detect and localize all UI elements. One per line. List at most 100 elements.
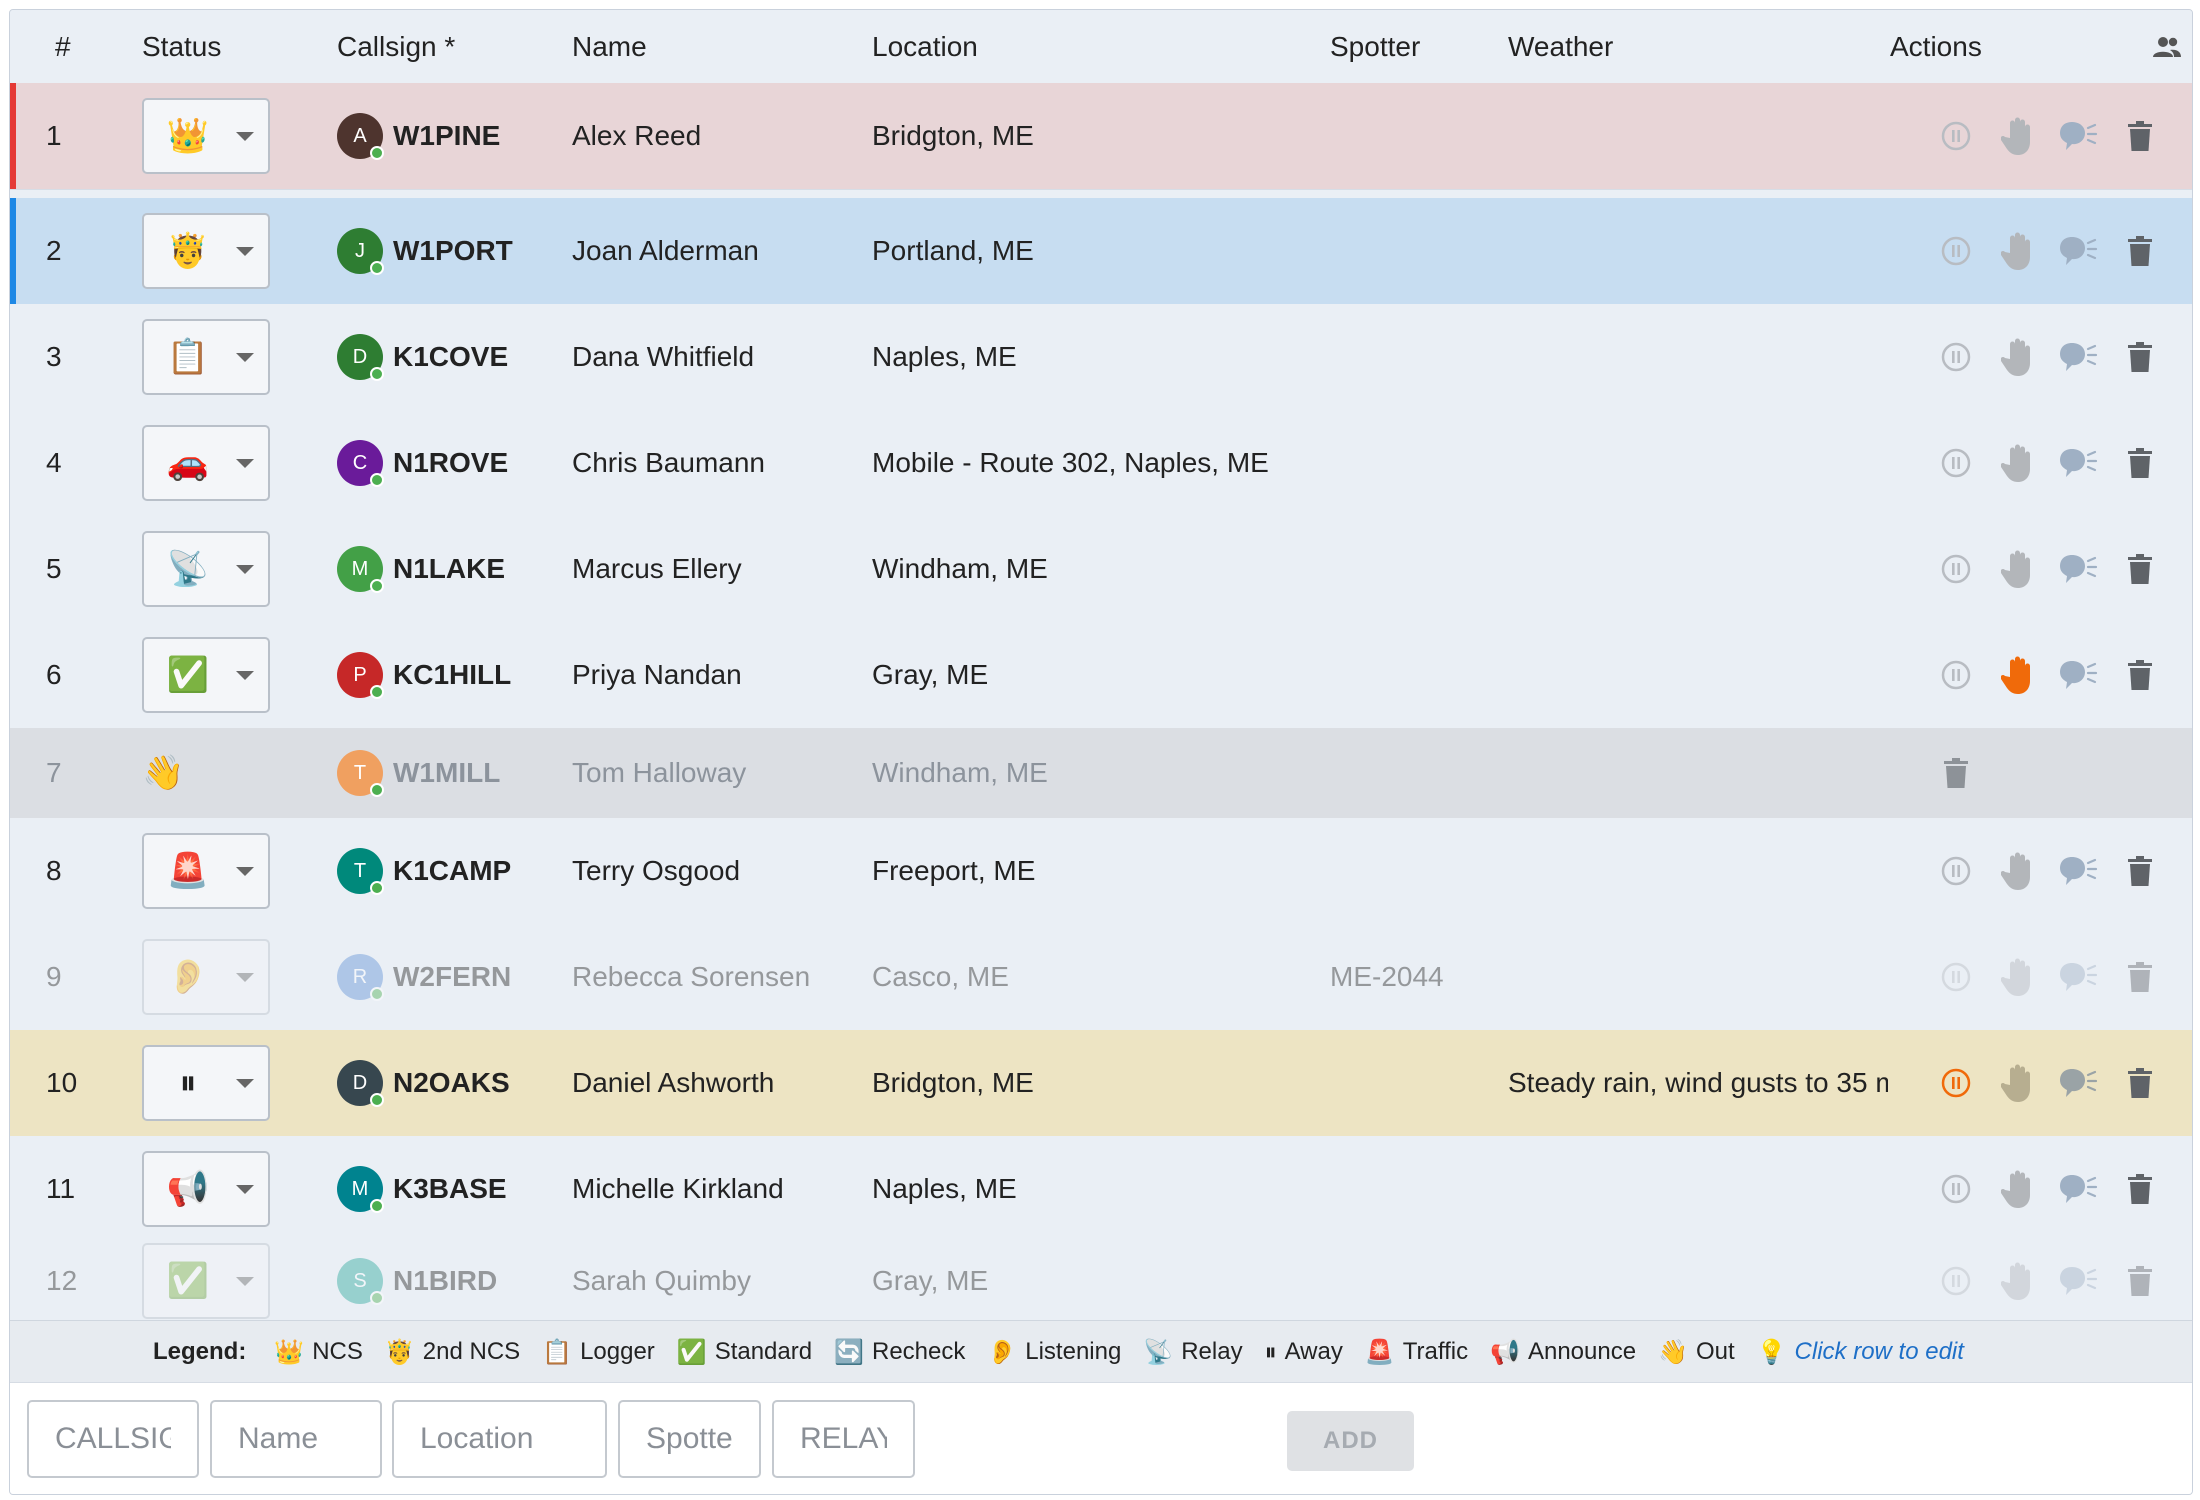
raise-hand-icon[interactable] [1998, 443, 2038, 483]
delete-trash-icon[interactable] [2120, 116, 2160, 156]
spotter-cell[interactable] [1330, 198, 1490, 304]
pause-icon[interactable] [1936, 655, 1976, 695]
table-row[interactable]: 3 📋 D K1COVE Dana Whitfield Naples, ME [10, 304, 2192, 411]
speak-icon[interactable] [2058, 1063, 2098, 1103]
raise-hand-icon[interactable] [1998, 957, 2038, 997]
weather-cell[interactable] [1508, 1136, 1893, 1242]
status-dropdown[interactable]: 📡 [142, 531, 270, 607]
table-row[interactable]: 9 👂 R W2FERN Rebecca Sorensen Casco, ME ME-… [10, 924, 2192, 1031]
speak-icon[interactable] [2058, 443, 2098, 483]
delete-trash-icon[interactable] [2120, 337, 2160, 377]
weather-cell[interactable] [1508, 622, 1893, 728]
speak-icon[interactable] [2058, 957, 2098, 997]
delete-trash-icon[interactable] [2120, 851, 2160, 891]
name-cell[interactable]: Rebecca Sorensen [572, 924, 862, 1030]
spotter-input[interactable] [618, 1400, 761, 1478]
name-cell[interactable]: Michelle Kirkland [572, 1136, 862, 1242]
pause-icon[interactable] [1936, 1063, 1976, 1103]
pause-icon[interactable] [1936, 851, 1976, 891]
name-cell[interactable]: Daniel Ashworth [572, 1030, 862, 1136]
spotter-cell[interactable] [1330, 1030, 1490, 1136]
column-settings-people-icon[interactable] [2152, 36, 2182, 58]
callsign-cell[interactable]: T K1CAMP [337, 818, 547, 924]
status-dropdown[interactable]: ✅ [142, 1243, 270, 1319]
callsign-input[interactable] [27, 1400, 199, 1478]
spotter-cell[interactable] [1330, 1136, 1490, 1242]
name-cell[interactable]: Terry Osgood [572, 818, 862, 924]
status-dropdown[interactable]: 👑 [142, 98, 270, 174]
location-cell[interactable]: Naples, ME [872, 304, 1322, 410]
raise-hand-icon[interactable] [1998, 851, 2038, 891]
weather-cell[interactable] [1508, 516, 1893, 622]
status-dropdown[interactable]: 🚗 [142, 425, 270, 501]
location-cell[interactable]: Gray, ME [872, 1242, 1322, 1320]
raise-hand-icon[interactable] [1998, 337, 2038, 377]
status-dropdown[interactable]: 🚨 [142, 833, 270, 909]
spotter-cell[interactable] [1330, 1242, 1490, 1320]
location-cell[interactable]: Bridgton, ME [872, 83, 1322, 189]
pause-icon[interactable] [1936, 957, 1976, 997]
weather-cell[interactable] [1508, 304, 1893, 410]
name-cell[interactable]: Tom Halloway [572, 728, 862, 818]
status-dropdown[interactable]: ✅ [142, 637, 270, 713]
weather-cell[interactable] [1508, 818, 1893, 924]
status-dropdown[interactable]: 📢 [142, 1151, 270, 1227]
location-cell[interactable]: Gray, ME [872, 622, 1322, 728]
speak-icon[interactable] [2058, 337, 2098, 377]
table-row[interactable]: 2 🤴 J W1PORT Joan Alderman Portland, ME [10, 198, 2192, 305]
weather-cell[interactable]: Steady rain, wind gusts to 35 mph [1508, 1030, 1893, 1136]
header-status[interactable]: Status [142, 10, 221, 83]
weather-cell[interactable] [1508, 728, 1893, 818]
raise-hand-icon[interactable] [1998, 1261, 2038, 1301]
spotter-cell[interactable] [1330, 410, 1490, 516]
add-button[interactable]: ADD [1287, 1411, 1414, 1471]
pause-icon[interactable] [1936, 1261, 1976, 1301]
location-cell[interactable]: Mobile - Route 302, Naples, ME [872, 410, 1322, 516]
spotter-cell[interactable] [1330, 818, 1490, 924]
status-dropdown[interactable]: 🤴 [142, 213, 270, 289]
relayed-input[interactable] [772, 1400, 915, 1478]
status-dropdown[interactable]: 📋 [142, 319, 270, 395]
weather-cell[interactable] [1508, 924, 1893, 1030]
weather-cell[interactable] [1508, 198, 1893, 304]
spotter-cell[interactable] [1330, 83, 1490, 189]
pause-icon[interactable] [1936, 443, 1976, 483]
pause-icon[interactable] [1936, 1169, 1976, 1209]
table-row[interactable]: 11 📢 M K3BASE Michelle Kirkland Naples, ME [10, 1136, 2192, 1243]
name-cell[interactable]: Chris Baumann [572, 410, 862, 516]
weather-cell[interactable] [1508, 410, 1893, 516]
spotter-cell[interactable] [1330, 622, 1490, 728]
delete-trash-icon[interactable] [1936, 753, 1976, 793]
spotter-cell[interactable] [1330, 304, 1490, 410]
table-row[interactable]: 6 ✅ P KC1HILL Priya Nandan Gray, ME [10, 622, 2192, 729]
name-cell[interactable]: Dana Whitfield [572, 304, 862, 410]
table-row[interactable]: 4 🚗 C N1ROVE Chris Baumann Mobile - Route … [10, 410, 2192, 517]
callsign-cell[interactable]: R W2FERN [337, 924, 547, 1030]
location-cell[interactable]: Naples, ME [872, 1136, 1322, 1242]
callsign-cell[interactable]: A W1PINE [337, 83, 547, 189]
spotter-cell[interactable]: ME-2044 [1330, 924, 1490, 1030]
pause-icon[interactable] [1936, 116, 1976, 156]
callsign-cell[interactable]: J W1PORT [337, 198, 547, 304]
location-cell[interactable]: Windham, ME [872, 516, 1322, 622]
location-cell[interactable]: Bridgton, ME [872, 1030, 1322, 1136]
delete-trash-icon[interactable] [2120, 443, 2160, 483]
header-spotter[interactable]: Spotter [1330, 10, 1420, 83]
pause-icon[interactable] [1936, 549, 1976, 589]
header-callsign[interactable]: Callsign * [337, 10, 455, 83]
raise-hand-icon[interactable] [1998, 231, 2038, 271]
location-input[interactable] [392, 1400, 607, 1478]
delete-trash-icon[interactable] [2120, 1169, 2160, 1209]
location-cell[interactable]: Portland, ME [872, 198, 1322, 304]
speak-icon[interactable] [2058, 1169, 2098, 1209]
raise-hand-icon[interactable] [1998, 1169, 2038, 1209]
name-cell[interactable]: Joan Alderman [572, 198, 862, 304]
table-row[interactable]: 8 🚨 T K1CAMP Terry Osgood Freeport, ME [10, 818, 2192, 925]
callsign-cell[interactable]: S N1BIRD [337, 1242, 547, 1320]
callsign-cell[interactable]: D N2OAKS [337, 1030, 547, 1136]
delete-trash-icon[interactable] [2120, 655, 2160, 695]
pause-icon[interactable] [1936, 231, 1976, 271]
raise-hand-icon[interactable] [1998, 116, 2038, 156]
spotter-cell[interactable] [1330, 728, 1490, 818]
location-cell[interactable]: Freeport, ME [872, 818, 1322, 924]
